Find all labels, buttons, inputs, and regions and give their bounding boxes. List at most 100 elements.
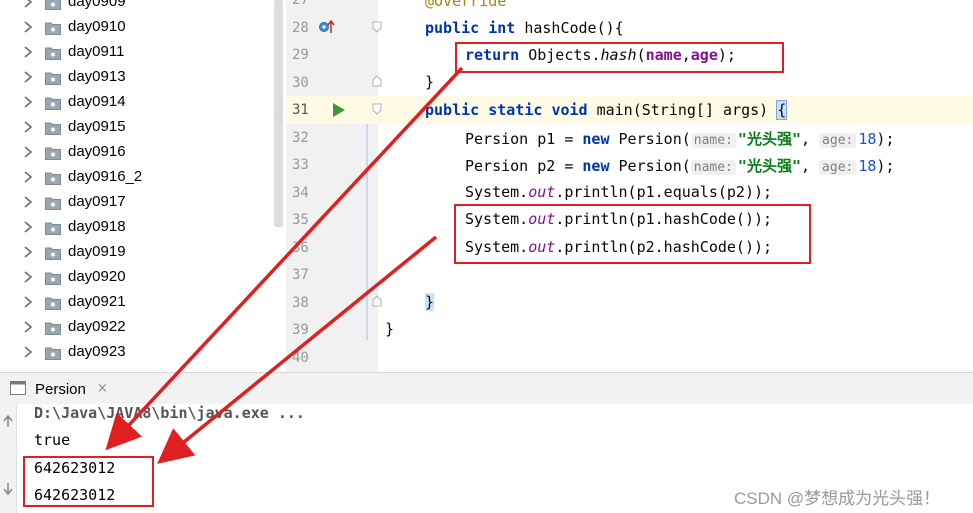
arrow-down-icon[interactable] [2, 482, 14, 496]
code-text: Persion( [609, 130, 691, 148]
chevron-right-icon[interactable] [22, 245, 34, 259]
highlight-box-hashcode-prints [454, 204, 811, 264]
number-literal: 18 [858, 157, 877, 175]
tree-scrollbar[interactable] [274, 0, 283, 227]
package-folder-icon [45, 272, 61, 285]
console-command-line: D:\Java\JAVA8\bin\java.exe ... [34, 404, 305, 422]
line-number: 27 [292, 0, 309, 8]
chevron-right-icon[interactable] [22, 70, 34, 84]
code-text: Persion( [609, 157, 691, 175]
chevron-right-icon[interactable] [22, 45, 34, 59]
param-hint: age: [819, 160, 857, 175]
fold-marker-icon[interactable] [372, 75, 382, 87]
override-implements-icon[interactable] [318, 19, 336, 35]
package-folder-icon [45, 0, 61, 10]
tree-folder-label: day0911 [68, 43, 125, 60]
tree-folder-label: day0923 [68, 343, 126, 360]
code-text: main(String[] args) [587, 101, 778, 119]
code-line-34[interactable]: System.out.println(p1.equals(p2)); [465, 183, 772, 201]
tree-folder-item[interactable]: day0923 [0, 341, 286, 366]
keyword: public [425, 19, 480, 37]
fold-marker-icon[interactable] [372, 295, 382, 307]
package-folder-icon [45, 322, 61, 335]
code-line-27[interactable]: @Override [425, 0, 506, 10]
package-folder-icon [45, 347, 61, 360]
code-text: Persion p1 = [465, 130, 583, 148]
package-folder-icon [45, 122, 61, 135]
tree-folder-item[interactable]: day0913 [0, 66, 286, 91]
chevron-right-icon[interactable] [22, 220, 34, 234]
keyword: new [582, 130, 610, 148]
package-folder-icon [45, 147, 61, 160]
code-line-30[interactable]: } [425, 73, 434, 91]
fold-marker-icon[interactable] [372, 103, 382, 115]
line-number: 29 [292, 47, 309, 63]
tree-folder-item[interactable]: day0916 [0, 141, 286, 166]
tree-folder-item[interactable]: day0918 [0, 216, 286, 241]
tree-folder-label: day0921 [68, 293, 126, 310]
tree-folder-item[interactable]: day0921 [0, 291, 286, 316]
watermark: CSDN @梦想成为光头强！ [734, 489, 941, 508]
line-number: 35 [292, 212, 309, 228]
tree-folder-item[interactable]: day0917 [0, 191, 286, 216]
line-number: 33 [292, 157, 309, 173]
arrow-up-icon[interactable] [2, 414, 14, 428]
chevron-right-icon[interactable] [22, 145, 34, 159]
tree-folder-item[interactable]: day0911 [0, 41, 286, 66]
line-number: 28 [292, 19, 309, 36]
tree-folder-label: day0909 [68, 0, 126, 10]
keyword: new [582, 157, 610, 175]
line-number: 36 [292, 239, 309, 256]
code-text: Persion p2 = [465, 157, 583, 175]
param-hint: age: [819, 133, 857, 148]
tree-folder-item[interactable]: day0910 [0, 16, 286, 41]
line-number: 34 [292, 184, 309, 201]
tree-folder-label: day0910 [68, 18, 126, 35]
chevron-right-icon[interactable] [22, 120, 34, 134]
code-text: } [425, 73, 435, 91]
code-text: ); [876, 157, 895, 175]
chevron-right-icon[interactable] [22, 195, 34, 209]
tree-folder-item[interactable]: day0919 [0, 241, 286, 266]
line-number: 32 [292, 129, 309, 146]
chevron-right-icon[interactable] [22, 0, 34, 9]
tree-folder-item[interactable]: day0916_2 [0, 166, 286, 191]
code-line-33[interactable]: Persion p2 = new Persion(name: "光头强", age… [465, 155, 894, 176]
line-number: 39 [292, 322, 309, 338]
tree-folder-item[interactable]: day0922 [0, 316, 286, 341]
matched-brace: { [776, 100, 788, 120]
static-field: out [528, 183, 556, 201]
code-line-39[interactable]: } [385, 320, 394, 338]
chevron-right-icon[interactable] [22, 295, 34, 309]
run-main-icon[interactable] [332, 102, 346, 118]
code-line-31[interactable]: public static void main(String[] args) { [425, 100, 788, 120]
code-text: ); [876, 130, 895, 148]
chevron-right-icon[interactable] [22, 320, 34, 334]
package-folder-icon [45, 172, 61, 185]
code-line-28[interactable]: public int hashCode(){ [425, 19, 624, 37]
chevron-right-icon[interactable] [22, 270, 34, 284]
fold-marker-icon[interactable] [372, 21, 382, 33]
chevron-right-icon[interactable] [22, 20, 34, 34]
chevron-right-icon[interactable] [22, 345, 34, 359]
tree-folder-item[interactable]: day0920 [0, 266, 286, 291]
tree-folder-item[interactable]: day0915 [0, 116, 286, 141]
param-hint: name: [690, 160, 736, 175]
tree-folder-label: day0918 [68, 218, 126, 235]
tab-persion[interactable]: Persion × [0, 373, 120, 404]
tree-folder-item[interactable]: day0909 [0, 0, 286, 16]
code-line-38[interactable]: } [425, 293, 435, 311]
run-config-icon [10, 381, 26, 395]
close-icon[interactable]: × [97, 381, 108, 396]
chevron-right-icon[interactable] [22, 95, 34, 109]
tree-folder-label: day0916_2 [68, 168, 143, 185]
chevron-right-icon[interactable] [22, 170, 34, 184]
keyword: public [425, 101, 480, 119]
run-tool-window-header: Persion × [0, 372, 973, 404]
package-folder-icon [45, 297, 61, 310]
code-line-32[interactable]: Persion p1 = new Persion(name: "光头强", age… [465, 128, 894, 149]
code-text: } [385, 320, 395, 338]
keyword: static [488, 101, 543, 119]
tree-folder-item[interactable]: day0914 [0, 91, 286, 116]
package-folder-icon [45, 197, 61, 210]
